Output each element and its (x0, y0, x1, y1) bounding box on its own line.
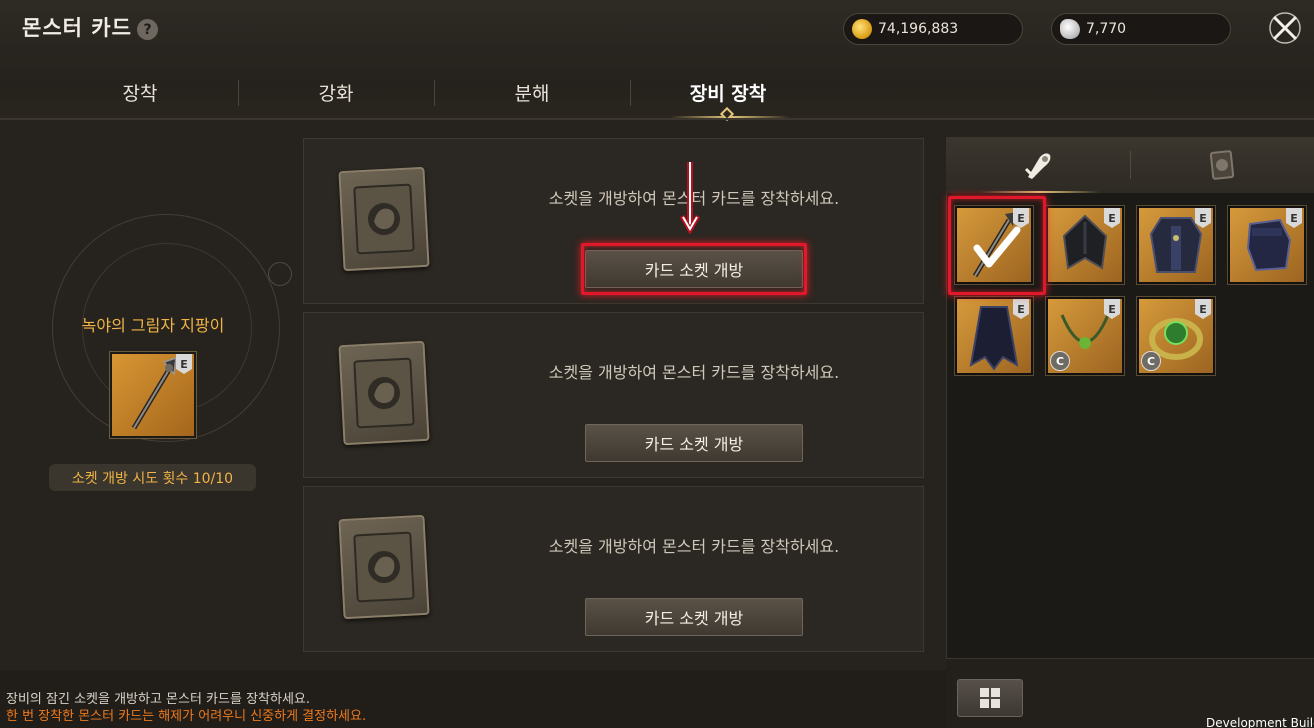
inventory-tab-equipment[interactable] (946, 137, 1130, 193)
monster-card-icon (1209, 150, 1235, 180)
monster-card-placeholder-icon (368, 377, 400, 409)
socket-message: 소켓을 개방하여 몬스터 카드를 장착하세요. (548, 537, 840, 556)
item-gauntlet[interactable]: E (1228, 206, 1306, 284)
page-title: 몬스터 카드 (22, 16, 132, 40)
weapon-name: 녹야의 그림자 지팡이 (81, 316, 225, 335)
gem-currency: 7,770 (1051, 13, 1231, 45)
dev-build-label: Development Build (1206, 716, 1314, 728)
silver-gem-icon (1060, 19, 1080, 39)
item-armor[interactable]: E (1137, 206, 1215, 284)
empty-card-slot (338, 166, 430, 272)
grid-view-button[interactable] (957, 679, 1023, 717)
help-button[interactable]: ? (137, 19, 158, 40)
gold-currency: 74,196,883 (843, 13, 1023, 45)
warning-note: 한 번 장착한 몬스터 카드는 해제가 어려우니 신중하게 결정하세요. (6, 709, 367, 724)
item-cloak[interactable]: E (955, 297, 1033, 375)
gem-amount: 7,770 (1086, 21, 1127, 37)
monster-card-placeholder-icon (368, 551, 400, 583)
close-button[interactable] (1266, 9, 1304, 47)
inventory-tab-monster-cards[interactable] (1130, 137, 1314, 193)
tab-dismantle[interactable]: 분해 (434, 70, 630, 114)
magic-circle-node (268, 262, 292, 286)
gold-coin-icon (852, 19, 872, 39)
item-ring[interactable]: E C (1137, 297, 1215, 375)
tutorial-arrow-icon (680, 162, 700, 234)
tutorial-highlight-selected-item (948, 196, 1046, 295)
grade-badge: C (1050, 351, 1070, 371)
close-icon (1269, 12, 1301, 44)
item-helmet[interactable]: E (1046, 206, 1124, 284)
tab-bar: 장착 강화 분해 장비 장착 (42, 70, 827, 118)
tab-equip[interactable]: 장착 (42, 70, 238, 114)
socket-attempt-counter: 소켓 개방 시도 횟수 10/10 (49, 464, 256, 491)
inventory-tabs (946, 137, 1314, 193)
monster-card-placeholder-icon (368, 203, 400, 235)
grid-view-icon (980, 688, 1000, 708)
grade-badge: C (1141, 351, 1161, 371)
open-socket-button[interactable]: 카드 소켓 개방 (585, 598, 803, 636)
gold-amount: 74,196,883 (878, 21, 959, 37)
tab-enhance[interactable]: 강화 (238, 70, 434, 114)
socket-message: 소켓을 개방하여 몬스터 카드를 장착하세요. (548, 363, 840, 382)
tutorial-highlight-open-socket (581, 243, 807, 295)
weapon-slot[interactable]: E (110, 352, 196, 438)
socket-row-3: 소켓을 개방하여 몬스터 카드를 장착하세요. 카드 소켓 개방 (303, 486, 924, 652)
open-socket-button[interactable]: 카드 소켓 개방 (585, 424, 803, 462)
inventory-tab-indicator (980, 191, 1100, 193)
item-necklace[interactable]: E C (1046, 297, 1124, 375)
empty-card-slot (338, 340, 430, 446)
empty-card-slot (338, 514, 430, 620)
socket-row-2: 소켓을 개방하여 몬스터 카드를 장착하세요. 카드 소켓 개방 (303, 312, 924, 478)
equipment-icon (1024, 153, 1051, 179)
